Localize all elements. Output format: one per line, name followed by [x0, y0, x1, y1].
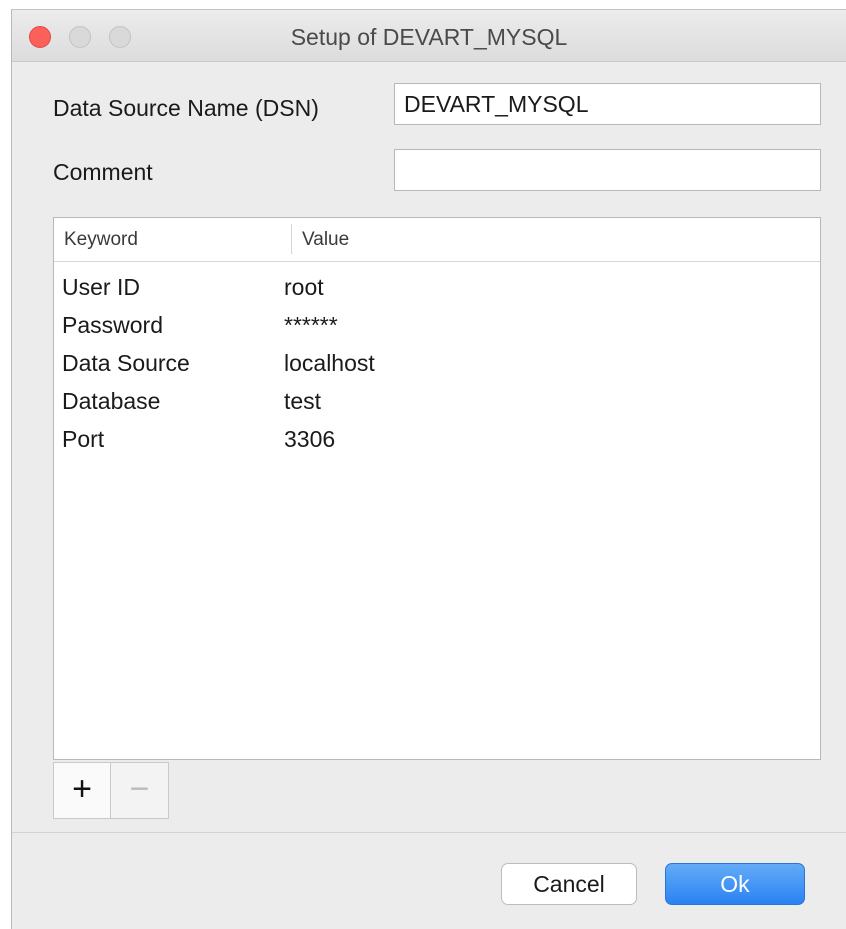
- setup-dialog: Setup of DEVART_MYSQL Data Source Name (…: [11, 9, 846, 929]
- window-title: Setup of DEVART_MYSQL: [290, 24, 568, 50]
- table-row[interactable]: Database test: [54, 383, 820, 421]
- keyword-value-table[interactable]: Keyword Value User ID root Password ****…: [53, 217, 821, 760]
- cancel-button[interactable]: Cancel: [501, 863, 637, 905]
- keyword-cell: Password: [62, 312, 163, 338]
- value-cell[interactable]: root: [284, 274, 324, 301]
- value-cell[interactable]: 3306: [284, 426, 335, 453]
- table-row[interactable]: User ID root: [54, 269, 820, 307]
- footer-divider: [12, 832, 846, 833]
- keyword-cell: User ID: [62, 274, 140, 300]
- value-cell[interactable]: localhost: [284, 350, 375, 377]
- comment-label: Comment: [53, 159, 153, 185]
- title-bar[interactable]: Setup of DEVART_MYSQL: [12, 10, 846, 62]
- comment-input[interactable]: [394, 149, 821, 191]
- table-row[interactable]: Data Source localhost: [54, 345, 820, 383]
- table-row[interactable]: Port 3306: [54, 421, 820, 459]
- add-row-button[interactable]: +: [53, 762, 111, 819]
- dsn-label: Data Source Name (DSN): [53, 95, 319, 121]
- remove-row-button[interactable]: −: [111, 762, 169, 819]
- ok-button[interactable]: Ok: [665, 863, 805, 905]
- keyword-cell: Port: [62, 426, 105, 452]
- value-cell[interactable]: test: [284, 388, 321, 415]
- column-header-keyword[interactable]: Keyword: [64, 229, 138, 251]
- table-row[interactable]: Password ******: [54, 307, 820, 345]
- keyword-cell: Data Source: [62, 350, 190, 376]
- table-header: Keyword Value: [54, 218, 820, 262]
- keyword-cell: Database: [62, 388, 161, 414]
- dsn-input[interactable]: DEVART_MYSQL: [394, 83, 821, 125]
- column-header-value[interactable]: Value: [302, 229, 349, 251]
- column-separator[interactable]: [291, 224, 292, 254]
- value-cell[interactable]: ******: [284, 312, 338, 339]
